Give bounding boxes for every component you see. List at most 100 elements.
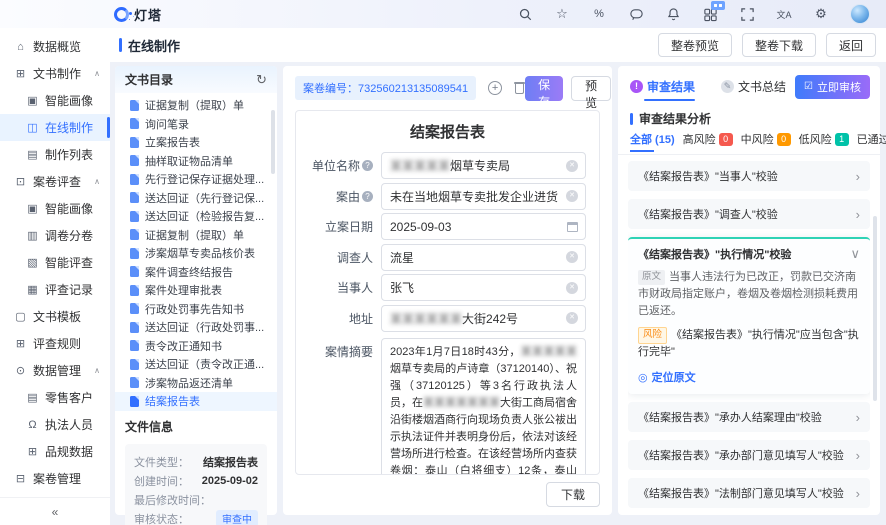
doc-item-10[interactable]: 案件处理审批表 <box>115 281 277 300</box>
clear-icon[interactable]: ✕ <box>566 281 578 294</box>
sidebar-collapse-button[interactable]: « <box>0 497 110 525</box>
sidebar-item-9[interactable]: ▦ 评查记录 <box>0 276 110 303</box>
search-icon[interactable] <box>517 6 533 22</box>
doc-template-icon: ▢ <box>15 311 26 323</box>
sidebar-item-11[interactable]: ⊞ 评查规则 <box>0 330 110 357</box>
fullscreen-icon[interactable] <box>739 6 755 22</box>
online-create-icon: ◫ <box>27 122 38 134</box>
apps-grid-icon[interactable] <box>702 1 725 22</box>
check-card-closing-reason[interactable]: 《结案报告表》"承办人结案理由"校验 › <box>628 402 870 433</box>
sidebar-item-15[interactable]: ⊞ 品规数据 <box>0 438 110 465</box>
chevron-down-icon: ∨ <box>850 246 860 261</box>
sidebar-item-3[interactable]: ◫ 在线制作 <box>0 114 110 141</box>
doc-item-3[interactable]: 抽样取证物品清单 <box>115 152 277 171</box>
sidebar-item-label: 品规数据 <box>45 445 94 459</box>
doc-item-14[interactable]: 送达回证（责令改正通... <box>115 355 277 374</box>
delete-button[interactable] <box>514 82 526 94</box>
doc-item-13[interactable]: 责令改正通知书 <box>115 337 277 356</box>
doc-item-5[interactable]: 送达回证（先行登记保... <box>115 189 277 208</box>
sidebar-item-0[interactable]: ⌂ 数据概览 <box>0 33 110 60</box>
file-icon <box>130 155 139 167</box>
back-button[interactable]: 返回 <box>825 33 876 57</box>
address-input[interactable]: 某某某某某某 大街242号 ✕ <box>381 304 586 332</box>
settings-icon[interactable]: ⚙ <box>813 6 829 22</box>
case-number-label: 案卷编号： <box>303 83 358 95</box>
sidebar-item-4[interactable]: ▤ 制作列表 <box>0 141 110 168</box>
party-input[interactable]: 张飞 ✕ <box>381 274 586 301</box>
preview-button[interactable]: 预览 <box>571 75 612 110</box>
doc-item-4[interactable]: 先行登记保存证据处理... <box>115 170 277 189</box>
tab-doc-summary[interactable]: ✎ 文书总结 <box>721 78 786 95</box>
clear-icon[interactable]: ✕ <box>566 251 578 263</box>
case-summary-textarea[interactable]: 2023年1月7日18时43分，某某某某某烟草专卖局的卢诗章（37120140）… <box>381 337 586 474</box>
sidebar-item-16[interactable]: ⊟ 案卷管理 <box>0 465 110 492</box>
sidebar-item-6[interactable]: ▣ 智能画像 <box>0 195 110 222</box>
doc-list-scrollbar[interactable] <box>271 110 275 174</box>
locate-icon: ◎ <box>638 371 648 384</box>
doc-item-1[interactable]: 询问笔录 <box>115 115 277 134</box>
review-scrollbar[interactable] <box>873 216 877 401</box>
review-now-button[interactable]: ☑ 立即审核 <box>795 74 870 99</box>
file-icon <box>130 266 139 278</box>
sidebar-item-7[interactable]: ▥ 调卷分卷 <box>0 222 110 249</box>
favorite-icon[interactable]: ☆ <box>554 6 570 22</box>
sidebar-item-5[interactable]: ⊡ 案卷评查 ∧ <box>0 168 110 195</box>
investigator-input[interactable]: 流星 ✕ <box>381 243 586 271</box>
sidebar-item-12[interactable]: ⊙ 数据管理 ∧ <box>0 357 110 384</box>
clear-icon[interactable]: ✕ <box>566 159 578 172</box>
doc-item-7[interactable]: 证据复制（提取）单 <box>115 226 277 245</box>
chevron-right-icon: › <box>855 206 860 222</box>
check-card-party[interactable]: 《结案报告表》"当事人"校验 › <box>628 161 870 191</box>
refresh-icon[interactable]: ↻ <box>256 72 267 88</box>
check-card-investigator[interactable]: 《结案报告表》"调查人"校验 › <box>628 199 870 229</box>
filter-passed[interactable]: 已通过14 <box>857 131 886 147</box>
download-button[interactable]: 下载 <box>545 482 600 507</box>
info-icon[interactable]: ? <box>362 190 373 202</box>
filter-low-risk[interactable]: 低风险 1 <box>799 131 849 147</box>
data-manage-icon: ⊙ <box>15 365 26 377</box>
check-card-dept-opinion[interactable]: 《结案报告表》"承办部门意见填写人"校验 › <box>628 440 870 471</box>
sidebar-item-13[interactable]: ▤ 零售客户 <box>0 384 110 411</box>
high-risk-count: 0 <box>718 132 733 146</box>
doc-item-16[interactable]: 结案报告表 <box>115 392 277 411</box>
tab-review-result[interactable]: ! 审查结果 <box>630 78 696 101</box>
check-card-execution-header[interactable]: 《结案报告表》"执行情况"校验 ∨ <box>638 246 860 262</box>
filter-mid-risk[interactable]: 中风险 0 <box>741 131 791 147</box>
doc-item-6[interactable]: 送达回证（检验报告复... <box>115 207 277 226</box>
doc-item-8[interactable]: 涉案烟草专卖品核价表 <box>115 244 277 263</box>
calendar-icon[interactable] <box>567 221 578 232</box>
doc-item-2[interactable]: 立案报告表 <box>115 133 277 152</box>
preview-all-button[interactable]: 整卷预览 <box>657 33 732 57</box>
unit-name-input[interactable]: 某某某某某 烟草专卖局 ✕ <box>381 152 586 179</box>
doc-item-15[interactable]: 涉案物品返还清单 <box>115 374 277 393</box>
clear-icon[interactable]: ✕ <box>566 312 578 324</box>
sidebar-item-2[interactable]: ▣ 智能画像 <box>0 87 110 114</box>
locate-original-link[interactable]: ◎ 定位原文 <box>638 369 860 385</box>
download-all-button[interactable]: 整卷下载 <box>741 33 816 57</box>
cause-input[interactable]: 未在当地烟草专卖批发企业进货 ✕ <box>381 182 586 210</box>
doc-item-0[interactable]: 证据复制（提取）单 <box>115 96 277 115</box>
message-icon[interactable] <box>628 6 644 22</box>
sidebar-item-14[interactable]: Ω 执法人员 <box>0 411 110 438</box>
user-avatar[interactable] <box>850 4 870 24</box>
clear-icon[interactable]: ✕ <box>566 190 578 202</box>
notification-icon[interactable] <box>665 6 681 22</box>
review-tabs: ! 审查结果 ✎ 文书总结 ☑ 立即审核 <box>630 74 870 101</box>
check-card-legal-opinion[interactable]: 《结案报告表》"法制部门意见填写人"校验 › <box>628 478 870 509</box>
filter-all[interactable]: 全部 (15) <box>630 131 675 152</box>
sidebar-item-1[interactable]: ⊞ 文书制作 ∧ <box>0 60 110 87</box>
doc-item-9[interactable]: 案件调查终结报告 <box>115 263 277 282</box>
sidebar-item-8[interactable]: ▧ 智能评查 <box>0 249 110 276</box>
sidebar-item-10[interactable]: ▢ 文书模板 <box>0 303 110 330</box>
add-button[interactable]: + <box>488 81 503 95</box>
doc-item-12[interactable]: 送达回证（行政处罚事... <box>115 318 277 337</box>
product-spec-icon: ⊞ <box>27 446 38 458</box>
translate-icon[interactable]: 文A <box>776 6 792 22</box>
filing-date-input[interactable]: 2025-09-03 <box>381 213 586 240</box>
doc-item-11[interactable]: 行政处罚事先告知书 <box>115 300 277 319</box>
sidebar-item-label: 评查规则 <box>33 337 82 351</box>
save-button[interactable]: 保存 <box>525 75 564 109</box>
info-icon[interactable]: ? <box>362 160 373 171</box>
filter-high-risk[interactable]: 高风险 0 <box>683 131 733 147</box>
discount-icon[interactable]: % <box>591 6 607 22</box>
